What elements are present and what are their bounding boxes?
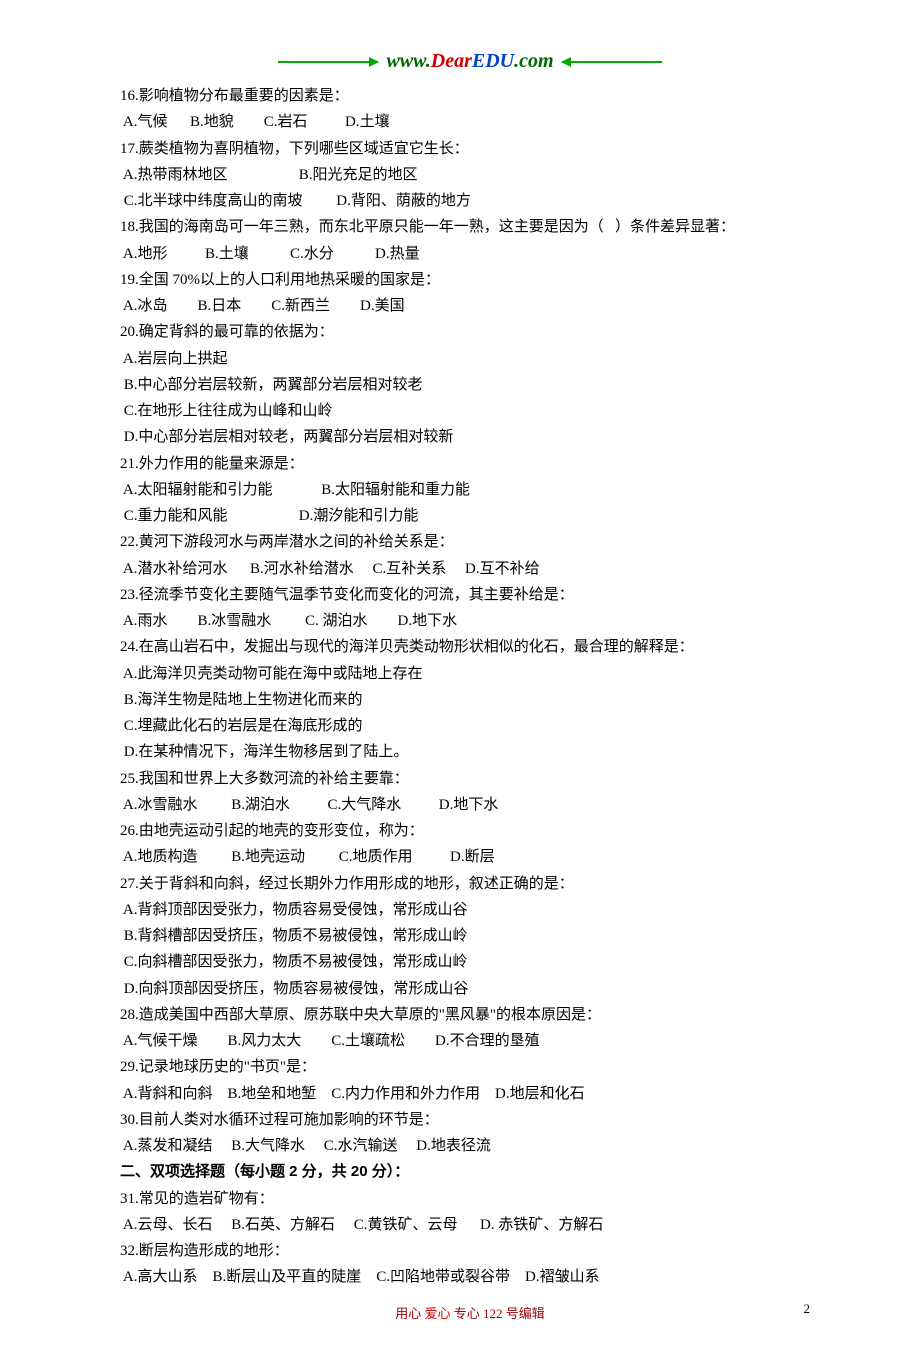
question-29: 29.记录地球历史的"书页"是： bbox=[120, 1054, 820, 1080]
footer-left: 用心 bbox=[395, 1306, 421, 1321]
question-20-option-d: D.中心部分岩层相对较老，两翼部分岩层相对较新 bbox=[120, 424, 820, 450]
question-17: 17.蕨类植物为喜阴植物，下列哪些区域适宜它生长： bbox=[120, 136, 820, 162]
question-31-options: A.云母、长石 B.石英、方解石 C.黄铁矿、云母 D. 赤铁矿、方解石 bbox=[120, 1212, 820, 1238]
question-27-option-a: A.背斜顶部因受张力，物质容易受侵蚀，常形成山谷 bbox=[120, 897, 820, 923]
question-17-options-a: A.热带雨林地区 B.阳光充足的地区 bbox=[120, 162, 820, 188]
arrow-right-icon bbox=[562, 61, 662, 63]
question-21-options-a: A.太阳辐射能和引力能 B.太阳辐射能和重力能 bbox=[120, 477, 820, 503]
url-edu: EDU bbox=[472, 50, 514, 72]
url-www: www. bbox=[386, 50, 430, 72]
question-22-options: A.潜水补给河水 B.河水补给潜水 C.互补关系 D.互不补给 bbox=[120, 556, 820, 582]
header-logo: www.DearEDU.com bbox=[120, 50, 820, 73]
question-23-options: A.雨水 B.冰雪融水 C. 湖泊水 D.地下水 bbox=[120, 608, 820, 634]
question-23: 23.径流季节变化主要随气温季节变化而变化的河流，其主要补给是： bbox=[120, 582, 820, 608]
question-24-option-a: A.此海洋贝壳类动物可能在海中或陆地上存在 bbox=[120, 661, 820, 687]
question-16: 16.影响植物分布最重要的因素是： bbox=[120, 83, 820, 109]
question-26: 26.由地壳运动引起的地壳的变形变位，称为： bbox=[120, 818, 820, 844]
question-21: 21.外力作用的能量来源是： bbox=[120, 451, 820, 477]
question-27-option-b: B.背斜槽部因受挤压，物质不易被侵蚀，常形成山岭 bbox=[120, 923, 820, 949]
question-32-options: A.高大山系 B.断层山及平直的陡崖 C.凹陷地带或裂谷带 D.褶皱山系 bbox=[120, 1264, 820, 1290]
question-24-option-b: B.海洋生物是陆地上生物进化而来的 bbox=[120, 687, 820, 713]
question-32: 32.断层构造形成的地形： bbox=[120, 1238, 820, 1264]
arrow-left-icon bbox=[278, 61, 378, 63]
question-19: 19.全国 70%以上的人口利用地热采暖的国家是： bbox=[120, 267, 820, 293]
question-25-options: A.冰雪融水 B.湖泊水 C.大气降水 D.地下水 bbox=[120, 792, 820, 818]
question-17-options-b: C.北半球中纬度高山的南坡 D.背阳、荫蔽的地方 bbox=[120, 188, 820, 214]
question-24-option-c: C.埋藏此化石的岩层是在海底形成的 bbox=[120, 713, 820, 739]
content-body: 16.影响植物分布最重要的因素是： A.气候 B.地貌 C.岩石 D.土壤 17… bbox=[120, 83, 820, 1291]
url-dear: Dear bbox=[431, 50, 472, 72]
footer: 用心 爱心 专心 122 号编辑 bbox=[120, 1291, 820, 1322]
question-20-option-c: C.在地形上往往成为山峰和山岭 bbox=[120, 398, 820, 424]
question-31: 31.常见的造岩矿物有： bbox=[120, 1186, 820, 1212]
footer-right: 专心 122 号编辑 bbox=[454, 1306, 545, 1321]
header-url: www.DearEDU.com bbox=[386, 50, 553, 73]
page-container: www.DearEDU.com 16.影响植物分布最重要的因素是： A.气候 B… bbox=[0, 0, 920, 1362]
question-18: 18.我国的海南岛可一年三熟，而东北平原只能一年一熟，这主要是因为（ ）条件差异… bbox=[120, 214, 820, 240]
question-20: 20.确定背斜的最可靠的依据为： bbox=[120, 319, 820, 345]
footer-mid: 爱心 bbox=[424, 1306, 450, 1321]
page-number: 2 bbox=[804, 1301, 811, 1317]
question-24-option-d: D.在某种情况下，海洋生物移居到了陆上。 bbox=[120, 739, 820, 765]
question-30: 30.目前人类对水循环过程可施加影响的环节是： bbox=[120, 1107, 820, 1133]
question-28: 28.造成美国中西部大草原、原苏联中央大草原的"黑风暴"的根本原因是： bbox=[120, 1002, 820, 1028]
section-2-title: 二、双项选择题（每小题 2 分，共 20 分）： bbox=[120, 1159, 820, 1185]
question-21-options-b: C.重力能和风能 D.潮汐能和引力能 bbox=[120, 503, 820, 529]
question-29-options: A.背斜和向斜 B.地垒和地堑 C.内力作用和外力作用 D.地层和化石 bbox=[120, 1081, 820, 1107]
question-27: 27.关于背斜和向斜，经过长期外力作用形成的地形，叙述正确的是： bbox=[120, 871, 820, 897]
question-20-option-b: B.中心部分岩层较新，两翼部分岩层相对较老 bbox=[120, 372, 820, 398]
question-16-options: A.气候 B.地貌 C.岩石 D.土壤 bbox=[120, 109, 820, 135]
url-com: .com bbox=[514, 50, 553, 72]
question-27-option-c: C.向斜槽部因受张力，物质不易被侵蚀，常形成山岭 bbox=[120, 949, 820, 975]
question-28-options: A.气候干燥 B.风力太大 C.土壤疏松 D.不合理的垦殖 bbox=[120, 1028, 820, 1054]
question-20-option-a: A.岩层向上拱起 bbox=[120, 346, 820, 372]
question-30-options: A.蒸发和凝结 B.大气降水 C.水汽输送 D.地表径流 bbox=[120, 1133, 820, 1159]
question-18-options: A.地形 B.土壤 C.水分 D.热量 bbox=[120, 241, 820, 267]
question-25: 25.我国和世界上大多数河流的补给主要靠： bbox=[120, 766, 820, 792]
question-22: 22.黄河下游段河水与两岸潜水之间的补给关系是： bbox=[120, 529, 820, 555]
question-19-options: A.冰岛 B.日本 C.新西兰 D.美国 bbox=[120, 293, 820, 319]
question-24: 24.在高山岩石中，发掘出与现代的海洋贝壳类动物形状相似的化石，最合理的解释是： bbox=[120, 634, 820, 660]
question-27-option-d: D.向斜顶部因受挤压，物质容易被侵蚀，常形成山谷 bbox=[120, 976, 820, 1002]
question-26-options: A.地质构造 B.地壳运动 C.地质作用 D.断层 bbox=[120, 844, 820, 870]
